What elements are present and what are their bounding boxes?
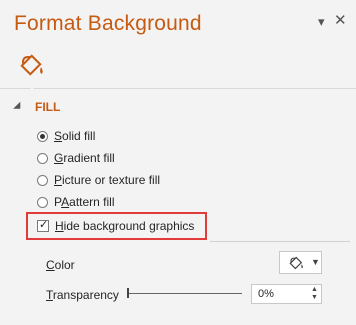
color-label: Color	[46, 258, 75, 272]
solid-fill-label: Solid fill	[54, 129, 96, 143]
spin-up-icon[interactable]: ▲	[311, 286, 318, 293]
transparency-slider-thumb[interactable]	[127, 288, 129, 298]
hide-background-graphics-checkbox[interactable]: ✓	[37, 219, 49, 232]
fill-section-title[interactable]: FILL	[35, 100, 60, 114]
active-tab-caret	[26, 84, 38, 90]
spin-down-icon[interactable]: ▼	[311, 294, 318, 301]
radio-button[interactable]	[37, 174, 48, 186]
format-background-pane: Format Background ▾ ✕ FILL Solid fill Gr…	[0, 0, 356, 325]
gradient-fill-radio[interactable]: Gradient fill	[37, 151, 115, 165]
radio-button[interactable]	[37, 196, 48, 208]
solid-fill-radio[interactable]: Solid fill	[37, 129, 95, 143]
fill-bucket-icon	[289, 256, 303, 270]
pattern-fill-label: PAattern fill	[54, 195, 115, 209]
transparency-value[interactable]: 0%	[258, 288, 274, 300]
picture-texture-fill-radio[interactable]: Picture or texture fill	[37, 173, 160, 187]
hide-background-graphics-label[interactable]: Hide background graphics	[55, 219, 194, 233]
fill-bucket-icon	[20, 54, 43, 76]
gradient-fill-label: Gradient fill	[54, 151, 115, 165]
radio-button[interactable]	[37, 152, 48, 164]
collapse-arrow-icon[interactable]	[13, 101, 24, 113]
section-rule	[210, 241, 350, 242]
pane-title: Format Background	[14, 12, 202, 35]
color-picker-button[interactable]: ▼	[279, 251, 322, 274]
chevron-down-icon: ▼	[311, 257, 320, 267]
close-icon[interactable]: ✕	[334, 11, 347, 29]
transparency-spinner[interactable]: 0% ▲ ▼	[251, 284, 322, 304]
pattern-fill-radio[interactable]: PAattern fill	[37, 195, 115, 209]
transparency-label: Transparency	[46, 288, 119, 302]
tab-divider	[0, 88, 356, 89]
radio-button[interactable]	[37, 130, 48, 142]
picture-texture-fill-label: Picture or texture fill	[54, 173, 161, 187]
task-pane-options-icon[interactable]: ▾	[318, 14, 325, 30]
checkmark-icon: ✓	[39, 219, 49, 231]
tab-fill[interactable]	[12, 46, 50, 88]
transparency-slider-track[interactable]	[128, 293, 242, 294]
